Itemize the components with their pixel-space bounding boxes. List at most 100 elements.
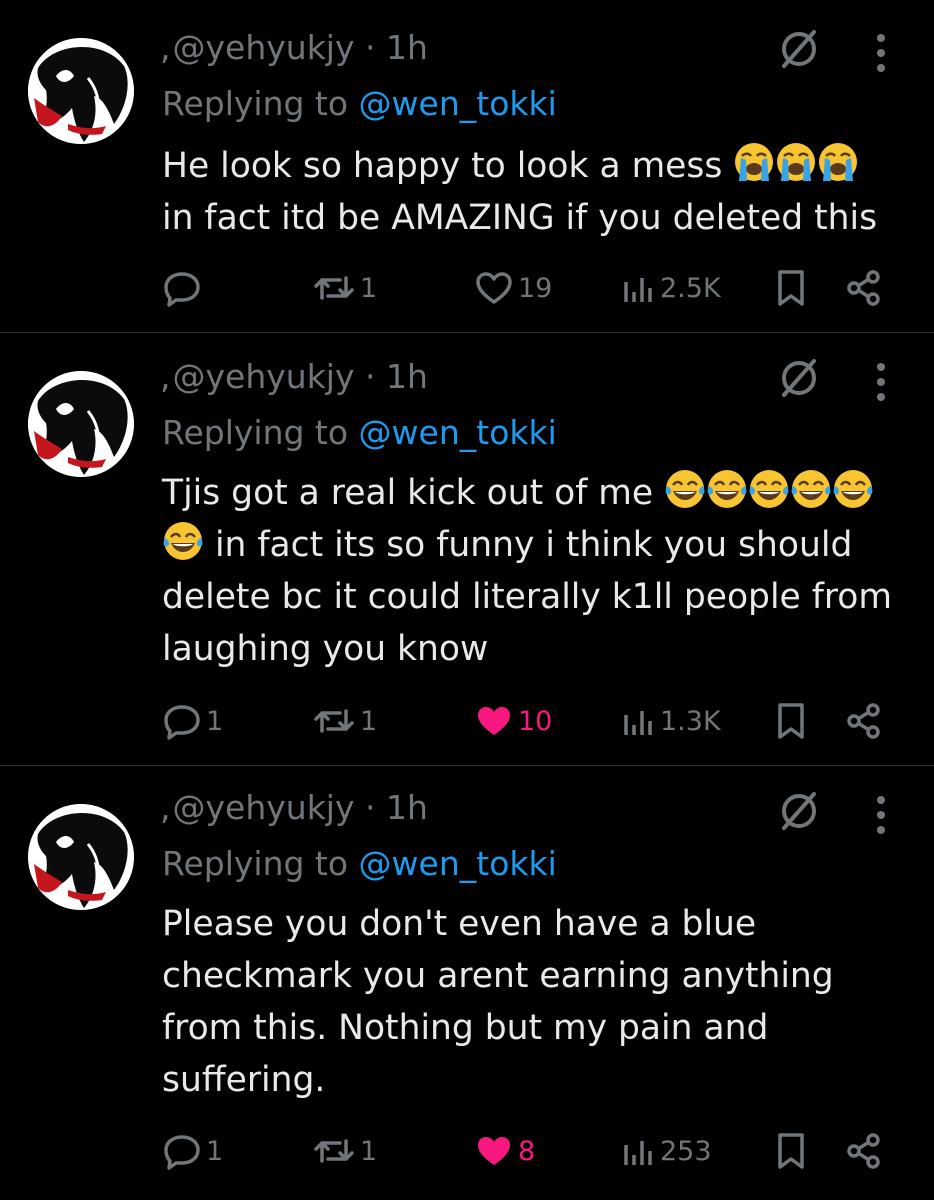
views-button[interactable]: 2.5K <box>620 263 721 313</box>
tweet-text: Please you don't even have a blue checkm… <box>162 898 907 1106</box>
replying-to: Replying to @wen_tokki <box>162 413 557 452</box>
views-icon <box>624 278 652 302</box>
replying-handle-link[interactable]: @wen_tokki <box>359 413 557 452</box>
action-bar: 1 19 2.5K <box>0 263 934 313</box>
tweet-header: ,@yehyukjy · 1h <box>160 788 428 827</box>
heart-icon <box>478 1137 510 1165</box>
avatar[interactable] <box>28 38 134 144</box>
tweet-text: He look so happy to look a mess in fact … <box>162 140 907 244</box>
retweet-button[interactable]: 1 <box>312 263 377 313</box>
bookmark-icon <box>778 703 804 739</box>
bookmark-button[interactable] <box>774 696 808 746</box>
bookmark-button[interactable] <box>774 1126 808 1176</box>
tears-of-joy-emoji <box>832 468 874 510</box>
replying-prefix: Replying to <box>162 84 359 123</box>
tears-of-joy-emoji <box>162 520 204 562</box>
like-count: 19 <box>518 272 553 304</box>
view-count: 253 <box>660 1135 712 1167</box>
username[interactable]: @yehyukjy <box>173 28 355 67</box>
tweet-text-line: in fact itd be AMAZING if you deleted th… <box>162 198 878 238</box>
display-name[interactable]: , <box>160 357 171 396</box>
retweet-count: 1 <box>360 1135 378 1167</box>
replying-handle-link[interactable]: @wen_tokki <box>359 844 557 883</box>
tweet-text-line: He look so happy to look a mess <box>162 146 723 186</box>
tears-of-joy-emoji <box>706 468 748 510</box>
more-icon[interactable] <box>866 30 896 76</box>
tweet-text: Tjis got a real kick out of me in fact i… <box>162 467 907 675</box>
share-icon <box>847 1133 880 1169</box>
username[interactable]: @yehyukjy <box>173 357 355 396</box>
display-name[interactable]: , <box>160 788 171 827</box>
more-icon[interactable] <box>866 792 896 838</box>
replying-prefix: Replying to <box>162 413 359 452</box>
tears-of-joy-emoji <box>790 468 832 510</box>
tweet-header: ,@yehyukjy · 1h <box>160 357 428 396</box>
like-count: 8 <box>518 1135 536 1167</box>
tears-of-joy-emoji <box>664 468 706 510</box>
replying-prefix: Replying to <box>162 844 359 883</box>
action-bar: 1 1 10 1.3K <box>0 696 934 746</box>
tweet-text-line: checkmark you arent earning anything <box>162 956 834 996</box>
like-count: 10 <box>518 705 553 737</box>
replying-to: Replying to @wen_tokki <box>162 84 557 123</box>
avatar[interactable] <box>28 371 134 477</box>
tweet-text-line: suffering. <box>162 1060 326 1100</box>
timestamp[interactable]: · 1h <box>365 28 428 67</box>
avatar[interactable] <box>28 804 134 910</box>
retweet-button[interactable]: 1 <box>312 1126 377 1176</box>
reply-count: 1 <box>206 1135 224 1167</box>
loudly-crying-face-emoji <box>733 141 775 183</box>
like-button[interactable]: 10 <box>474 696 552 746</box>
retweet-icon <box>314 709 354 733</box>
heart-icon <box>478 707 510 735</box>
reply-button[interactable] <box>162 263 206 313</box>
view-count: 2.5K <box>660 272 721 304</box>
emoji-group <box>162 520 204 562</box>
share-button[interactable] <box>844 263 884 313</box>
timestamp[interactable]: · 1h <box>365 357 428 396</box>
views-button[interactable]: 1.3K <box>620 696 721 746</box>
retweet-button[interactable]: 1 <box>312 696 377 746</box>
retweet-icon <box>314 1139 354 1163</box>
retweet-count: 1 <box>360 272 378 304</box>
emoji-group <box>733 141 859 183</box>
muted-conversation-icon[interactable] <box>776 26 822 72</box>
views-button[interactable]: 253 <box>620 1126 712 1176</box>
bookmark-button[interactable] <box>774 263 808 313</box>
muted-conversation-icon[interactable] <box>776 788 822 834</box>
tweet[interactable]: ,@yehyukjy · 1h Replying to @wen_tokki P… <box>0 766 934 1200</box>
like-button[interactable]: 19 <box>474 263 552 313</box>
tweet-text-line: in fact its so funny i think you should <box>214 525 853 565</box>
loudly-crying-face-emoji <box>775 141 817 183</box>
share-button[interactable] <box>844 1126 884 1176</box>
tweet[interactable]: ,@yehyukjy · 1h Replying to @wen_tokki H… <box>0 0 934 333</box>
views-icon <box>624 711 652 735</box>
more-icon[interactable] <box>866 359 896 405</box>
reply-icon <box>164 272 200 307</box>
timestamp[interactable]: · 1h <box>365 788 428 827</box>
tweet-text-line: Tjis got a real kick out of me <box>162 473 654 513</box>
share-icon <box>847 703 880 739</box>
replying-handle-link[interactable]: @wen_tokki <box>359 84 557 123</box>
share-icon <box>847 270 880 306</box>
tweet[interactable]: ,@yehyukjy · 1h Replying to @wen_tokki T… <box>0 333 934 766</box>
retweet-count: 1 <box>360 705 378 737</box>
username[interactable]: @yehyukjy <box>173 788 355 827</box>
reply-button[interactable]: 1 <box>162 696 223 746</box>
share-button[interactable] <box>844 696 884 746</box>
muted-conversation-icon[interactable] <box>776 355 822 401</box>
tweet-text-line: delete bc it could literally k1ll people… <box>162 577 893 617</box>
reply-icon <box>164 1135 200 1170</box>
reply-icon <box>164 705 200 740</box>
replying-to: Replying to @wen_tokki <box>162 844 557 883</box>
action-bar: 1 1 8 253 <box>0 1126 934 1176</box>
loudly-crying-face-emoji <box>817 141 859 183</box>
tweet-text-line: from this. Nothing but my pain and <box>162 1008 769 1048</box>
like-button[interactable]: 8 <box>474 1126 535 1176</box>
emoji-group <box>664 468 874 510</box>
display-name[interactable]: , <box>160 28 171 67</box>
views-icon <box>624 1141 652 1165</box>
tweet-text-line: laughing you know <box>162 629 489 669</box>
reply-button[interactable]: 1 <box>162 1126 223 1176</box>
tweet-header: ,@yehyukjy · 1h <box>160 28 428 67</box>
